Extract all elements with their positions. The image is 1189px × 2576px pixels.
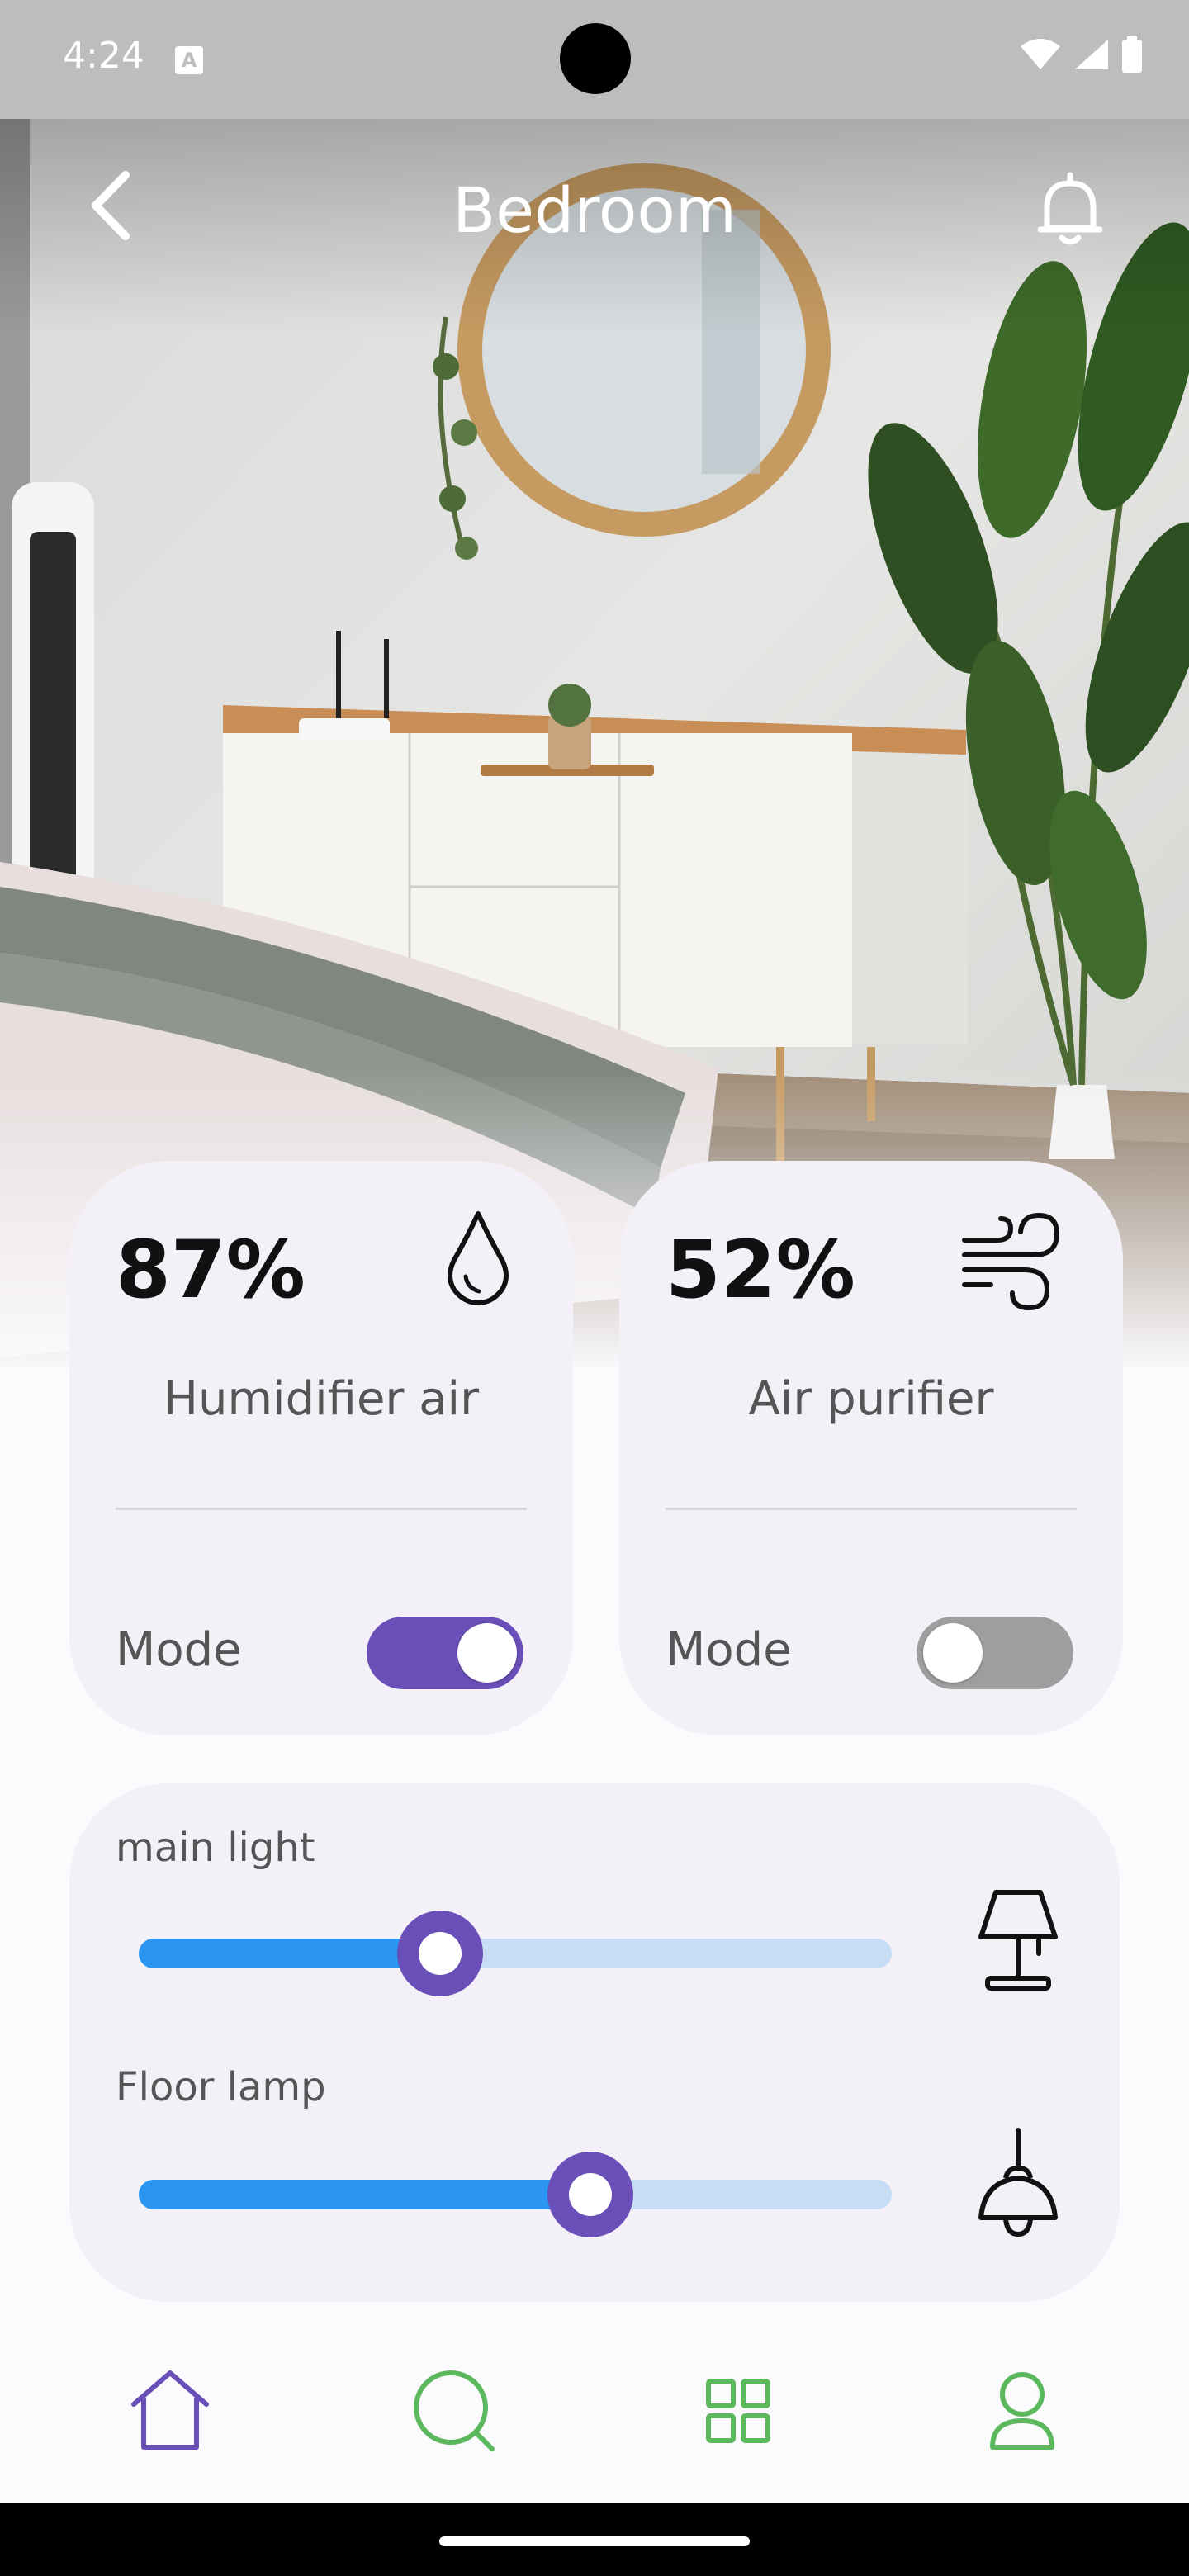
nav-home[interactable] bbox=[121, 2361, 220, 2460]
air-purifier-card[interactable]: 52% Air purifier Mode bbox=[619, 1161, 1123, 1735]
page-title: Bedroom bbox=[452, 173, 737, 247]
nav-profile[interactable] bbox=[973, 2361, 1072, 2460]
nav-search[interactable] bbox=[405, 2361, 504, 2460]
air-purifier-mode-toggle[interactable] bbox=[917, 1617, 1073, 1689]
bell-icon bbox=[1037, 172, 1103, 245]
grid-icon bbox=[706, 2379, 770, 2443]
main-light-slider[interactable] bbox=[139, 1911, 892, 1996]
nav-grid[interactable] bbox=[689, 2361, 788, 2460]
toggle-knob bbox=[923, 1623, 983, 1683]
notifications-button[interactable] bbox=[1029, 167, 1111, 249]
water-drop-icon bbox=[448, 1211, 509, 1305]
air-purifier-value: 52% bbox=[666, 1224, 855, 1316]
battery-icon bbox=[1122, 36, 1142, 73]
status-time: 4:24 bbox=[63, 35, 144, 77]
wifi-icon bbox=[1021, 39, 1060, 69]
notification-a-icon: A bbox=[175, 46, 203, 74]
home-indicator[interactable] bbox=[439, 2536, 750, 2546]
status-bar: 4:24 A bbox=[0, 0, 1189, 119]
floor-lamp-label: Floor lamp bbox=[116, 2064, 326, 2110]
slider-fill bbox=[139, 2180, 591, 2209]
humidifier-card[interactable]: 87% Humidifier air Mode bbox=[69, 1161, 573, 1735]
toggle-knob bbox=[457, 1623, 517, 1683]
humidifier-label: Humidifier air bbox=[163, 1372, 480, 1426]
lights-panel: main light Floor lamp bbox=[69, 1783, 1120, 2302]
slider-thumb[interactable] bbox=[396, 1911, 483, 1996]
pendant-lamp-icon bbox=[978, 2128, 1058, 2237]
cell-signal-icon bbox=[1075, 40, 1108, 69]
slider-thumb[interactable] bbox=[547, 2152, 634, 2237]
divider bbox=[666, 1508, 1077, 1510]
home-icon bbox=[131, 2370, 209, 2450]
humidifier-value: 87% bbox=[116, 1224, 306, 1316]
slider-fill bbox=[139, 1939, 440, 1968]
air-purifier-mode-label: Mode bbox=[666, 1623, 792, 1677]
humidifier-mode-toggle[interactable] bbox=[367, 1617, 523, 1689]
table-lamp-icon bbox=[978, 1890, 1058, 1991]
divider bbox=[116, 1508, 527, 1510]
floor-lamp-slider[interactable] bbox=[139, 2152, 892, 2237]
camera-cutout bbox=[560, 23, 631, 94]
search-icon bbox=[414, 2370, 495, 2451]
humidifier-mode-label: Mode bbox=[116, 1623, 242, 1677]
bottom-nav bbox=[0, 2361, 1189, 2502]
app-bar: Bedroom bbox=[0, 119, 1189, 301]
air-purifier-label: Air purifier bbox=[748, 1372, 994, 1426]
main-light-label: main light bbox=[116, 1825, 315, 1871]
wind-icon bbox=[962, 1212, 1060, 1311]
profile-icon bbox=[990, 2372, 1054, 2450]
status-icons bbox=[1019, 36, 1143, 73]
